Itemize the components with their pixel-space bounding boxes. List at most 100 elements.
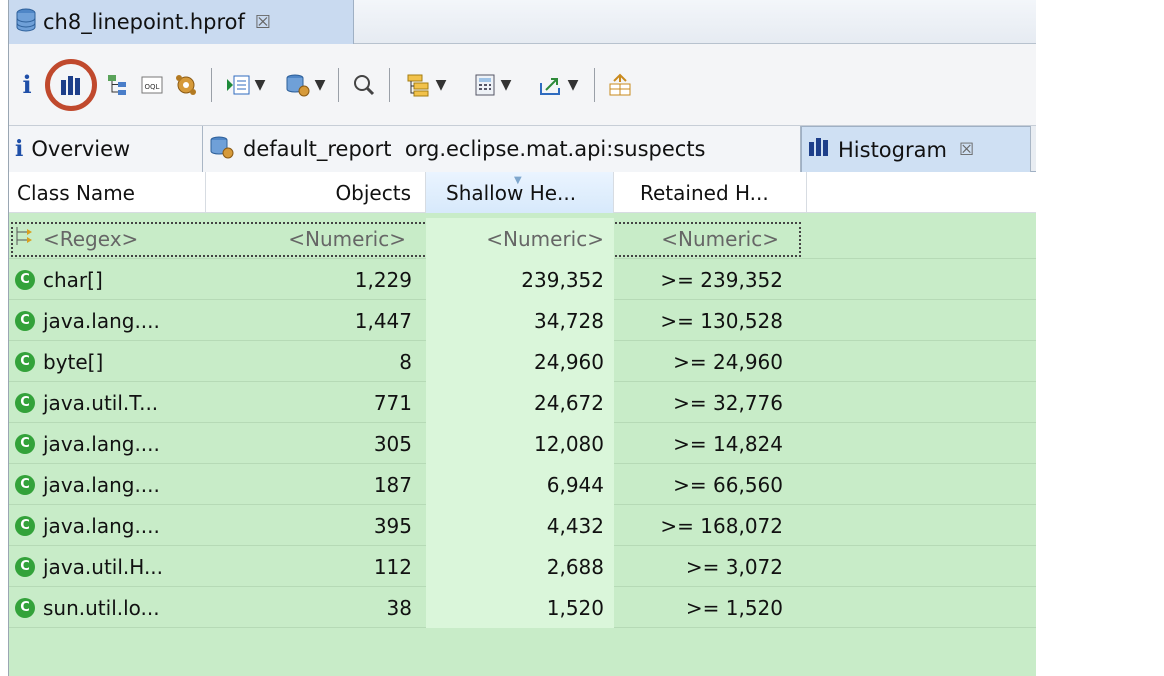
column-header-shallow-heap-label: Shallow He...	[446, 180, 577, 205]
class-name-cell: Cjava.util.H...	[9, 546, 206, 587]
search-icon	[352, 73, 376, 97]
class-icon: C	[15, 556, 35, 577]
oql-icon: OQL	[140, 74, 164, 96]
objects-cell: 112	[373, 554, 412, 579]
tab-histogram-label: Histogram	[838, 137, 947, 162]
heap-overview-button[interactable]	[169, 65, 203, 105]
class-name-text: java.lang....	[43, 513, 160, 538]
histogram-table: Class Name Objects ▼ Shallow He... Retai…	[9, 172, 1036, 676]
class-name-cell: Cjava.lang....	[9, 423, 206, 464]
search-button[interactable]	[347, 65, 381, 105]
filter-class-name[interactable]: <Regex>	[9, 218, 206, 259]
class-name-text: char[]	[43, 267, 103, 292]
table-row[interactable]: Cjava.lang.... 305 12,080 >= 14,824	[9, 423, 1036, 464]
sort-indicator-icon: ▼	[514, 175, 522, 186]
objects-cell: 38	[386, 595, 412, 620]
table-row[interactable]: Cjava.lang.... 395 4,432 >= 168,072	[9, 505, 1036, 546]
class-name-cell: Cjava.lang....	[9, 300, 206, 341]
class-icon: C	[15, 597, 35, 618]
editor-tab-heap-dump[interactable]: ch8_linepoint.hprof ☒	[9, 0, 354, 44]
chevron-down-icon[interactable]: ▼	[255, 77, 266, 93]
chevron-down-icon[interactable]: ▼	[436, 77, 447, 93]
editor-tab-label: ch8_linepoint.hprof	[43, 10, 245, 34]
table-row[interactable]: Cbyte[] 8 24,960 >= 24,960	[9, 341, 1036, 382]
link-editors-icon	[608, 73, 632, 97]
column-header-class-name[interactable]: Class Name	[9, 172, 206, 213]
query-browser-icon	[225, 73, 251, 97]
table-row[interactable]: Csun.util.lo... 38 1,520 >= 1,520	[9, 587, 1036, 628]
column-header-objects[interactable]: Objects	[206, 172, 426, 213]
info-button[interactable]: i	[13, 65, 41, 105]
class-name-cell: Csun.util.lo...	[9, 587, 206, 628]
column-header-retained-heap[interactable]: Retained H...	[614, 172, 807, 213]
table-header: Class Name Objects ▼ Shallow He... Retai…	[9, 172, 1036, 213]
objects-cell: 8	[399, 349, 412, 374]
shallow-heap-cell: 4,432	[426, 505, 614, 546]
toolbar: i OQL ▼ ▼ ▼ ▼ ▼	[9, 44, 1036, 126]
close-icon[interactable]: ☒	[255, 12, 271, 33]
objects-cell: 305	[373, 431, 412, 456]
histogram-icon	[808, 137, 830, 162]
chevron-down-icon[interactable]: ▼	[315, 77, 326, 93]
class-name-text: java.lang....	[43, 308, 160, 333]
objects-cell: 187	[373, 472, 412, 497]
table-row[interactable]: Cjava.util.T... 771 24,672 >= 32,776	[9, 382, 1036, 423]
class-name-cell: Cjava.util.T...	[9, 382, 206, 423]
table-row[interactable]: Cchar[] 1,229 239,352 >= 239,352	[9, 259, 1036, 300]
table-row[interactable]: Cjava.lang.... 187 6,944 >= 66,560	[9, 464, 1036, 505]
chevron-down-icon[interactable]: ▼	[501, 77, 512, 93]
tab-histogram[interactable]: Histogram ☒	[801, 126, 1031, 172]
tab-default-report[interactable]: default_report org.eclipse.mat.api:suspe…	[203, 126, 801, 172]
retained-heap-cell: >= 1,520	[685, 595, 783, 620]
class-icon: C	[15, 351, 35, 372]
chevron-down-icon[interactable]: ▼	[568, 77, 579, 93]
filter-retained-heap[interactable]: <Numeric>	[614, 218, 807, 259]
retained-heap-cell: >= 3,072	[685, 554, 783, 579]
shallow-heap-cell: 2,688	[426, 546, 614, 587]
tab-overview-label: Overview	[31, 137, 131, 161]
retained-heap-cell: >= 66,560	[673, 472, 783, 497]
retained-heap-cell: >= 14,824	[673, 431, 783, 456]
table-row[interactable]: Cjava.util.H... 112 2,688 >= 3,072	[9, 546, 1036, 587]
objects-cell: 771	[373, 390, 412, 415]
class-name-text: java.lang....	[43, 472, 160, 497]
calculate-retained-button[interactable]: ▼	[464, 65, 520, 105]
column-header-shallow-heap[interactable]: ▼ Shallow He...	[426, 172, 614, 213]
oql-button[interactable]: OQL	[135, 65, 169, 105]
editor-tab-bar: ch8_linepoint.hprof ☒	[9, 0, 1036, 44]
class-name-cell: Cjava.lang....	[9, 505, 206, 546]
group-by-button[interactable]: ▼	[398, 65, 454, 105]
query-browser-button[interactable]: ▼	[220, 65, 270, 105]
filter-class-name-placeholder: <Regex>	[43, 226, 139, 251]
svg-text:OQL: OQL	[145, 83, 160, 91]
table-row[interactable]: Cjava.lang.... 1,447 34,728 >= 130,528	[9, 300, 1036, 341]
toolbar-separator	[211, 67, 212, 102]
reports-icon	[285, 73, 311, 97]
histogram-icon	[59, 74, 83, 96]
result-tabs: i Overview default_report org.eclipse.ma…	[9, 126, 1036, 172]
group-by-icon	[406, 73, 432, 97]
dominator-tree-button[interactable]	[101, 65, 135, 105]
toolbar-separator	[389, 67, 390, 102]
class-icon: C	[15, 474, 35, 495]
tab-overview[interactable]: i Overview	[9, 126, 203, 172]
heap-analyzer-window: ch8_linepoint.hprof ☒ i OQL ▼ ▼ ▼ ▼ ▼ i …	[8, 0, 1036, 676]
column-header-empty	[807, 172, 1036, 213]
objects-cell: 1,229	[354, 267, 412, 292]
histogram-button[interactable]	[45, 58, 97, 111]
link-editors-button[interactable]	[603, 65, 637, 105]
heap-dump-overview-icon	[173, 72, 199, 98]
class-name-text: byte[]	[43, 349, 104, 374]
filter-row: <Regex> <Numeric> <Numeric> <Numeric>	[9, 218, 1036, 259]
close-icon[interactable]: ☒	[959, 140, 974, 160]
class-icon: C	[15, 269, 35, 290]
info-icon: i	[15, 136, 24, 162]
filter-shallow-heap[interactable]: <Numeric>	[426, 218, 614, 259]
class-icon: C	[15, 392, 35, 413]
reports-button[interactable]: ▼	[280, 65, 330, 105]
calculate-retained-icon	[473, 73, 497, 97]
export-button[interactable]: ▼	[530, 65, 586, 105]
info-icon: i	[22, 70, 32, 99]
shallow-heap-cell: 24,672	[426, 382, 614, 423]
filter-objects[interactable]: <Numeric>	[206, 218, 426, 259]
